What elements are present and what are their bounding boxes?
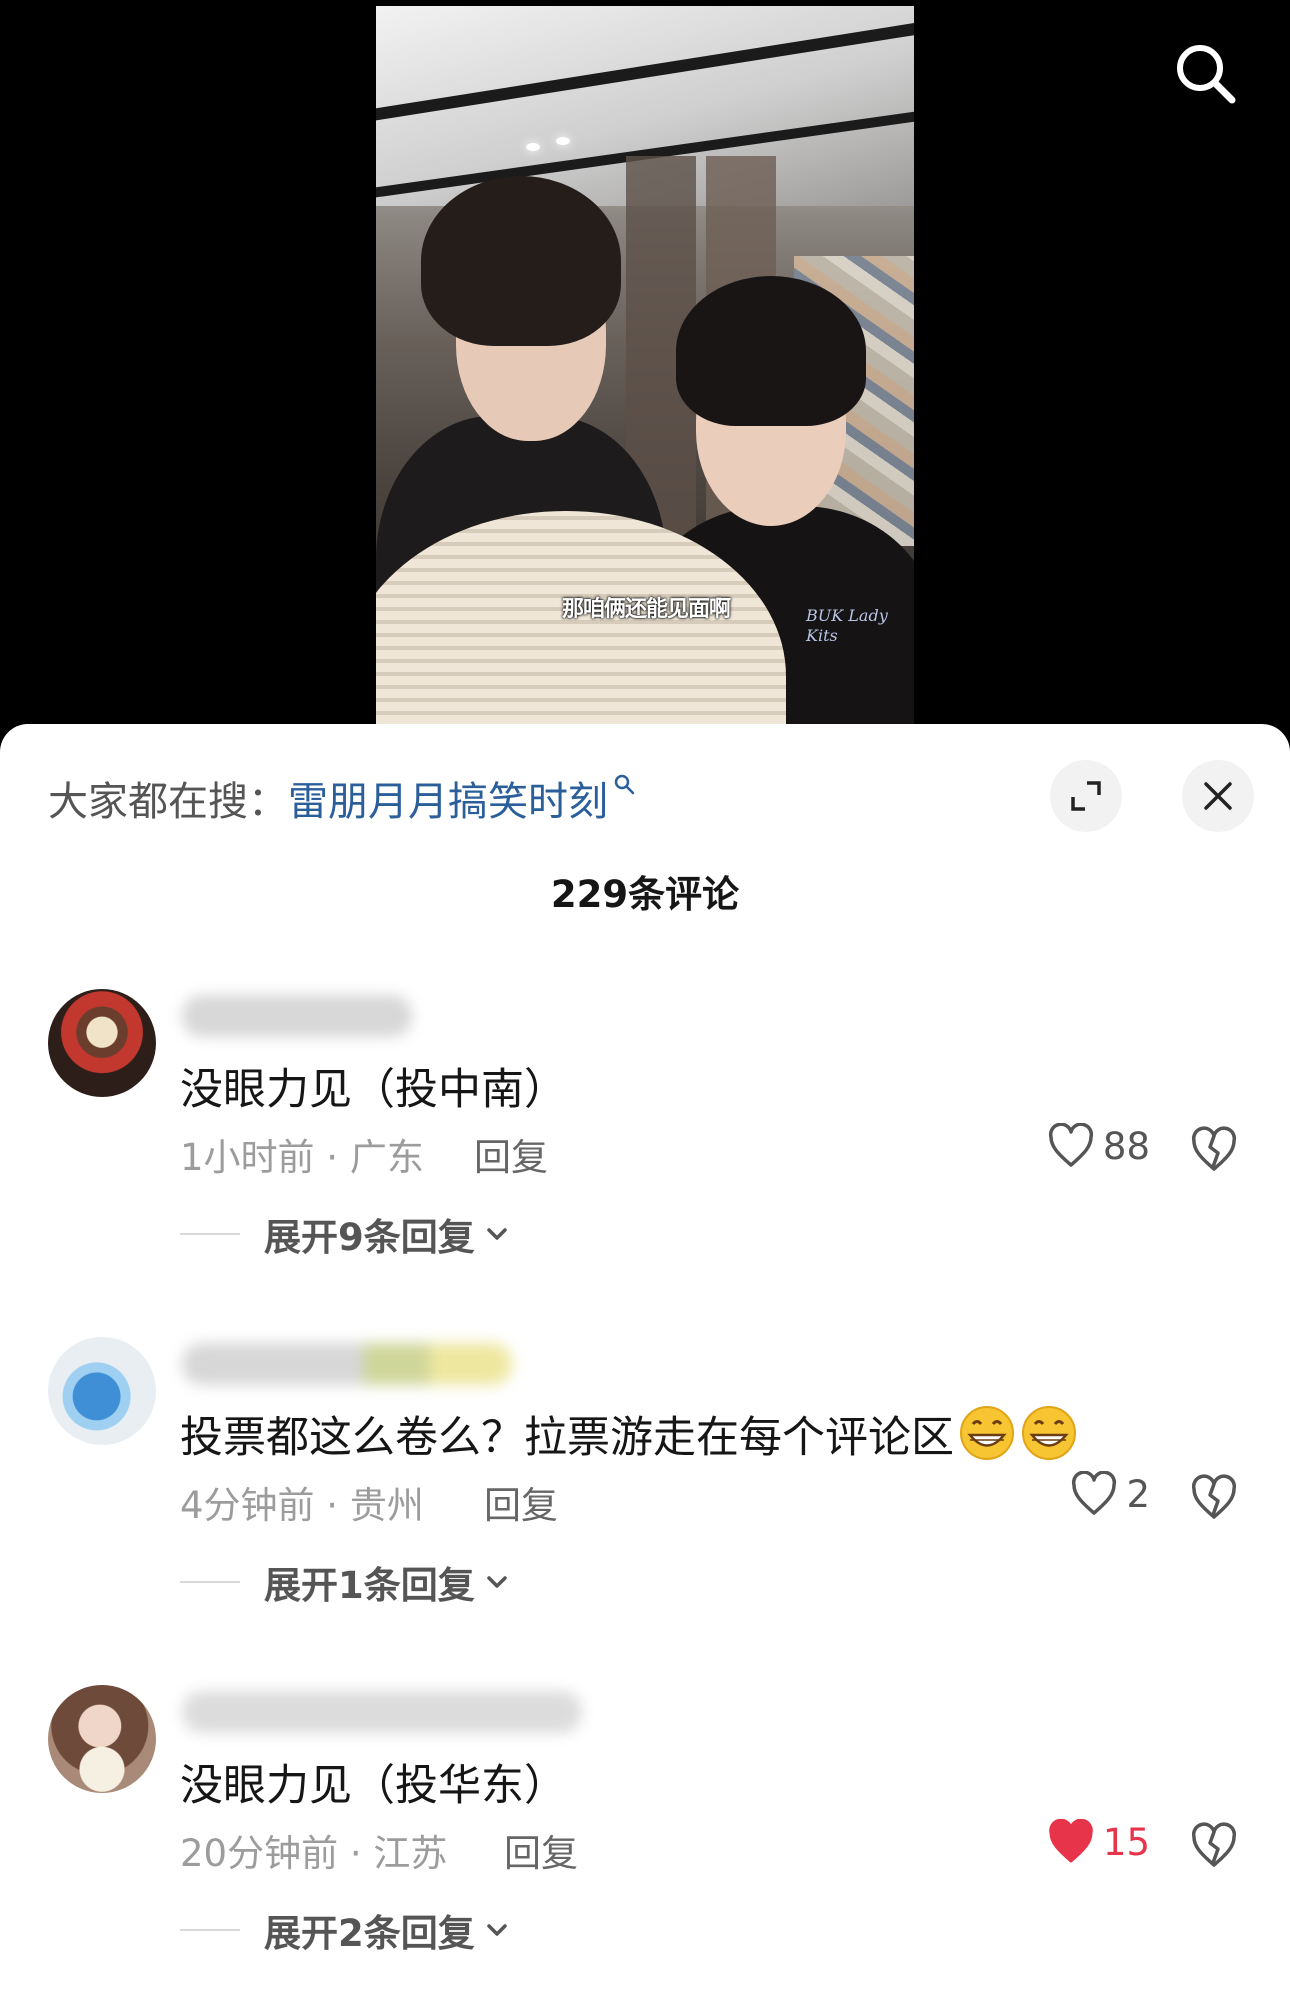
- like-count: 88: [1102, 1124, 1150, 1168]
- expand-icon: [1071, 781, 1101, 811]
- grin-emoji-icon: [1022, 1406, 1076, 1460]
- search-icon: [1177, 45, 1236, 104]
- heart-icon: [1072, 1471, 1117, 1515]
- chevron-down-icon: [487, 1924, 507, 1936]
- comment-meta: 20分钟前 · 江苏: [180, 1832, 448, 1875]
- divider-line: [180, 1929, 240, 1931]
- expand-panel-button[interactable]: [1050, 760, 1122, 832]
- username-blurred[interactable]: [182, 995, 412, 1037]
- comment-text-body: 投票都这么卷么？拉票游走在每个评论区: [180, 1413, 954, 1463]
- avatar[interactable]: [48, 989, 156, 1097]
- expand-replies-button[interactable]: 展开2条回复: [180, 1903, 511, 1957]
- comment-panel: 大家都在搜： 雷朋月月搞笑时刻 229条评论 没眼力见（投中南） 1小时前 · …: [0, 724, 1290, 1991]
- comment-meta: 4分钟前 · 贵州: [180, 1484, 424, 1527]
- heart-icon: [1048, 1123, 1093, 1167]
- expand-replies-label: 展开2条回复: [264, 1912, 475, 1955]
- comment-item: 没眼力见（投华东） 20分钟前 · 江苏 回复 15 展开2条回复: [0, 1685, 1290, 1991]
- close-icon: [1204, 782, 1232, 810]
- comment-meta: 1小时前 · 广东: [180, 1136, 424, 1179]
- shirt-logo-text: BUK Lady Kits: [806, 606, 888, 645]
- avatar[interactable]: [48, 1685, 156, 1793]
- divider-line: [180, 1581, 240, 1583]
- comment-text: 投票都这么卷么？拉票游走在每个评论区: [180, 1403, 1078, 1465]
- like-count: 15: [1102, 1820, 1150, 1864]
- chevron-down-icon: [487, 1228, 507, 1240]
- reply-button[interactable]: 回复: [504, 1823, 578, 1877]
- reply-button[interactable]: 回复: [474, 1127, 548, 1181]
- search-button[interactable]: [1168, 36, 1242, 110]
- hot-search-bar: 大家都在搜： 雷朋月月搞笑时刻: [48, 766, 636, 830]
- dislike-icon[interactable]: [1188, 1819, 1240, 1871]
- hot-search-prefix: 大家都在搜：: [48, 779, 288, 825]
- person-right-hair: [676, 276, 866, 426]
- close-panel-button[interactable]: [1182, 760, 1254, 832]
- grin-emoji-icon: [960, 1406, 1014, 1460]
- chevron-down-icon: [487, 1576, 507, 1588]
- video-player[interactable]: 那咱俩还能见面啊 BUK Lady Kits: [0, 0, 1290, 760]
- video-subtitle: 那咱俩还能见面啊: [561, 597, 731, 622]
- avatar[interactable]: [48, 1337, 156, 1445]
- video-frame[interactable]: 那咱俩还能见面啊 BUK Lady Kits: [376, 6, 914, 760]
- like-button[interactable]: 88: [1047, 1123, 1150, 1169]
- expand-replies-button[interactable]: 展开9条回复: [180, 1207, 511, 1261]
- comment-item: 投票都这么卷么？拉票游走在每个评论区 4分钟前 · 贵州 回复 2 展开1条回复: [0, 1337, 1290, 1667]
- comment-count: 229条评论: [550, 873, 740, 916]
- expand-replies-label: 展开1条回复: [264, 1564, 475, 1607]
- dislike-icon[interactable]: [1188, 1471, 1240, 1523]
- divider-line: [180, 1233, 240, 1235]
- hot-search-term-link[interactable]: 雷朋月月搞笑时刻: [288, 769, 608, 827]
- reply-button[interactable]: 回复: [484, 1475, 558, 1529]
- dislike-icon[interactable]: [1188, 1123, 1240, 1175]
- like-button[interactable]: 2: [1070, 1471, 1150, 1517]
- expand-replies-button[interactable]: 展开1条回复: [180, 1555, 511, 1609]
- expand-replies-label: 展开9条回复: [264, 1216, 475, 1259]
- like-count: 2: [1126, 1472, 1150, 1516]
- username-blurred[interactable]: [182, 1691, 582, 1733]
- like-button[interactable]: 15: [1047, 1819, 1150, 1865]
- comment-item: 没眼力见（投中南） 1小时前 · 广东 回复 88 展开9条回复: [0, 989, 1290, 1319]
- search-icon: [614, 774, 635, 795]
- person-left-hair: [421, 176, 621, 346]
- heart-icon: [1049, 1819, 1093, 1863]
- comment-text: 没眼力见（投华东）: [180, 1761, 567, 1811]
- username-blurred[interactable]: [182, 1343, 512, 1385]
- comment-text: 没眼力见（投中南）: [180, 1065, 567, 1115]
